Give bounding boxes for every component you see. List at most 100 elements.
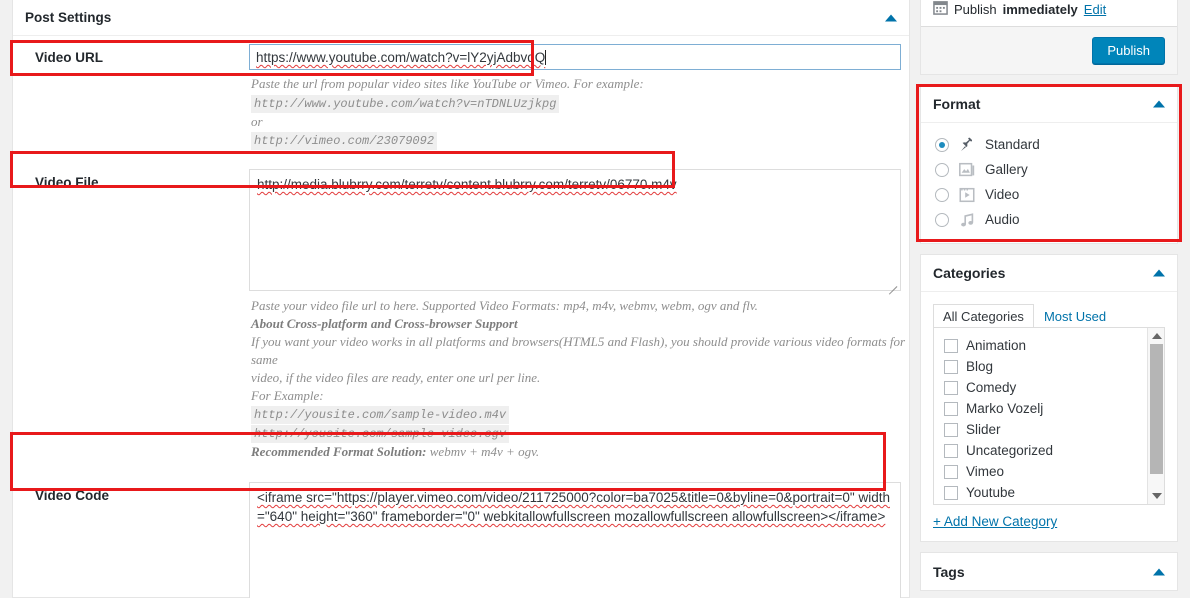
- categories-list: Animation Blog Comedy Marko Vozelj Slide…: [933, 327, 1165, 505]
- pin-icon: [958, 136, 976, 154]
- format-option-gallery[interactable]: Gallery: [935, 157, 1163, 182]
- video-file-textarea[interactable]: http://media.blubrry.com/terretv/content…: [249, 169, 901, 295]
- video-url-label: Video URL: [35, 50, 104, 65]
- format-option-standard[interactable]: Standard: [935, 132, 1163, 157]
- tags-header: Tags: [921, 553, 1177, 590]
- radio-gallery[interactable]: [935, 162, 949, 177]
- video-file-example-2: http://yousite.com/sample-video.ogv: [251, 425, 510, 443]
- radio-video[interactable]: [935, 187, 949, 202]
- categories-scrollbar[interactable]: [1147, 328, 1164, 504]
- video-url-example-2: http://vimeo.com/23079092: [251, 132, 438, 150]
- resize-handle-icon[interactable]: [885, 275, 899, 295]
- publish-schedule-row: Publish immediately Edit: [921, 0, 1177, 26]
- video-file-recommended-value: webmv + m4v + ogv.: [426, 444, 540, 459]
- format-title: Format: [933, 96, 981, 112]
- category-item-blog[interactable]: Blog: [944, 356, 1164, 377]
- category-label: Marko Vozelj: [966, 401, 1044, 416]
- category-label: Animation: [966, 338, 1027, 353]
- category-item-marko-vozelj[interactable]: Marko Vozelj: [944, 398, 1164, 419]
- tags-card: Tags: [920, 552, 1178, 591]
- audio-icon: [958, 211, 976, 229]
- post-settings-panel: Post Settings Video URL https://www.yout…: [12, 0, 910, 598]
- format-header: Format: [921, 86, 1177, 123]
- checkbox-comedy[interactable]: [944, 380, 958, 395]
- checkbox-blog[interactable]: [944, 359, 958, 374]
- text-caret: [545, 50, 547, 65]
- video-url-example-1: http://www.youtube.com/watch?v=nTDNLUzjk…: [251, 95, 560, 113]
- edit-schedule-link[interactable]: Edit: [1084, 2, 1106, 17]
- scrollbar-thumb[interactable]: [1150, 344, 1163, 474]
- publish-card: Publish immediately Edit Publish: [920, 0, 1178, 75]
- video-file-label: Video File: [35, 175, 99, 190]
- chevron-up-icon[interactable]: [1153, 568, 1165, 575]
- category-item-comedy[interactable]: Comedy: [944, 377, 1164, 398]
- video-url-hint-line1: Paste the url from popular video sites l…: [251, 76, 644, 91]
- field-video-code: Video Code <iframe src="https://player.v…: [13, 474, 909, 598]
- publish-schedule-strong: immediately: [1002, 1, 1078, 17]
- scroll-up-icon[interactable]: [1152, 333, 1162, 339]
- category-item-vimeo[interactable]: Vimeo: [944, 461, 1164, 482]
- categories-header: Categories: [921, 255, 1177, 292]
- resize-handle-icon[interactable]: [885, 590, 899, 598]
- video-file-example-1: http://yousite.com/sample-video.m4v: [251, 406, 510, 424]
- format-label-gallery: Gallery: [985, 162, 1028, 177]
- format-options: Standard Gallery Video Audio: [921, 123, 1177, 243]
- category-label: Uncategorized: [966, 443, 1054, 458]
- post-settings-header: Post Settings: [13, 0, 909, 36]
- category-label: Slider: [966, 422, 1001, 437]
- categories-title: Categories: [933, 265, 1006, 281]
- checkbox-animation[interactable]: [944, 338, 958, 353]
- calendar-icon: [933, 0, 948, 18]
- video-code-value: <iframe src="https://player.vimeo.com/vi…: [257, 490, 890, 524]
- video-file-hint-line1: Paste your video file url to here. Suppo…: [251, 298, 758, 313]
- chevron-up-icon[interactable]: [1153, 100, 1165, 108]
- radio-audio[interactable]: [935, 212, 949, 227]
- chevron-up-icon[interactable]: [1153, 269, 1165, 277]
- category-label: Comedy: [966, 380, 1017, 395]
- checkbox-vimeo[interactable]: [944, 464, 958, 479]
- scroll-down-icon[interactable]: [1152, 493, 1162, 499]
- field-video-url: Video URL https://www.youtube.com/watch?…: [13, 36, 909, 150]
- video-file-hint-line3: If you want your video works in all plat…: [251, 334, 906, 367]
- categories-card: Categories All Categories Most Used Anim…: [920, 254, 1178, 542]
- format-card: Format Standard Gallery Video Audio: [920, 85, 1178, 244]
- tab-all-categories[interactable]: All Categories: [933, 304, 1034, 328]
- video-file-value: http://media.blubrry.com/terretv/content…: [257, 177, 677, 192]
- category-label: Youtube: [966, 485, 1016, 500]
- category-label: Vimeo: [966, 464, 1005, 479]
- video-file-hint-line5: For Example:: [251, 388, 324, 403]
- radio-standard[interactable]: [935, 137, 949, 152]
- checkbox-slider[interactable]: [944, 422, 958, 437]
- format-label-video: Video: [985, 187, 1020, 202]
- video-file-hint-line2: About Cross-platform and Cross-browser S…: [251, 316, 518, 331]
- gallery-icon: [958, 161, 976, 179]
- publish-schedule-prefix: Publish: [954, 1, 997, 17]
- video-icon: [958, 186, 976, 204]
- category-item-slider[interactable]: Slider: [944, 419, 1164, 440]
- publish-button[interactable]: Publish: [1092, 37, 1165, 64]
- checkbox-youtube[interactable]: [944, 485, 958, 500]
- video-file-recommended-label: Recommended Format Solution:: [251, 444, 427, 459]
- tab-most-used[interactable]: Most Used: [1034, 304, 1116, 328]
- add-new-category-link[interactable]: + Add New Category: [933, 514, 1057, 529]
- category-label: Blog: [966, 359, 994, 374]
- publish-footer: Publish: [921, 26, 1177, 74]
- video-url-value: https://www.youtube.com/watch?v=lY2yjAdb…: [256, 50, 546, 65]
- checkbox-uncategorized[interactable]: [944, 443, 958, 458]
- categories-tabs: All Categories Most Used: [933, 301, 1165, 328]
- checkbox-marko-vozelj[interactable]: [944, 401, 958, 416]
- category-item-youtube[interactable]: Youtube: [944, 482, 1164, 503]
- video-url-input[interactable]: https://www.youtube.com/watch?v=lY2yjAdb…: [249, 44, 901, 70]
- category-item-animation[interactable]: Animation: [944, 335, 1164, 356]
- format-label-audio: Audio: [985, 212, 1020, 227]
- format-label-standard: Standard: [985, 137, 1040, 152]
- category-item-uncategorized[interactable]: Uncategorized: [944, 440, 1164, 461]
- tags-title: Tags: [933, 563, 965, 580]
- chevron-up-icon[interactable]: [885, 14, 897, 21]
- format-option-audio[interactable]: Audio: [935, 207, 1163, 232]
- panel-title: Post Settings: [25, 10, 112, 25]
- video-code-textarea[interactable]: <iframe src="https://player.vimeo.com/vi…: [249, 482, 901, 598]
- format-option-video[interactable]: Video: [935, 182, 1163, 207]
- video-url-hint-or: or: [251, 114, 263, 129]
- field-video-file: Video File http://media.blubrry.com/terr…: [13, 161, 909, 461]
